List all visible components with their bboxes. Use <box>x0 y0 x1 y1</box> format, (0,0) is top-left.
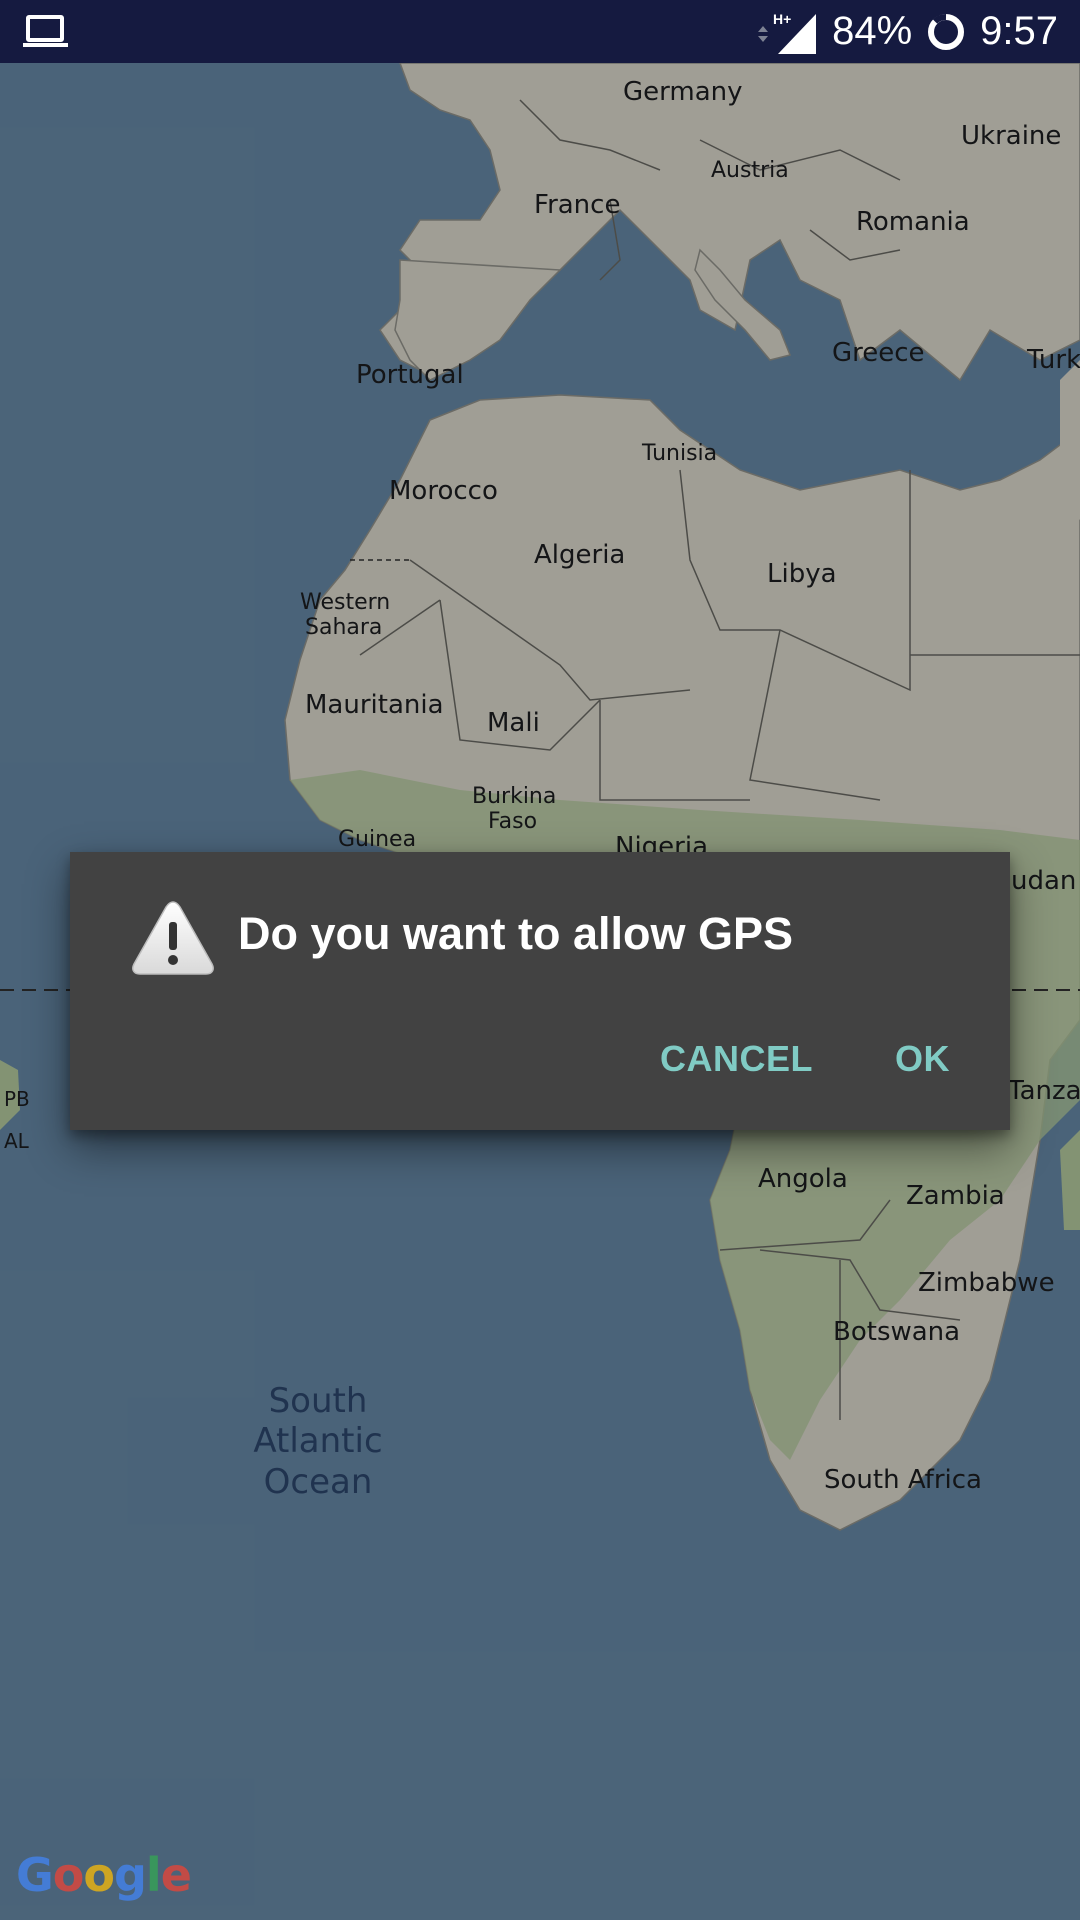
battery-percent: 84% <box>832 9 913 53</box>
signal-icon: H+ <box>758 11 817 54</box>
warning-icon <box>132 901 214 975</box>
status-icons: H+ 84% 9:57 <box>756 0 1058 63</box>
ok-button[interactable]: OK <box>885 1030 960 1088</box>
gps-permission-dialog: Do you want to allow GPS CANCEL OK <box>70 852 1010 1130</box>
cancel-button[interactable]: CANCEL <box>650 1030 823 1088</box>
google-logo: Google <box>16 1848 192 1902</box>
clock: 9:57 <box>980 9 1058 53</box>
battery-ring-icon <box>928 13 965 50</box>
screen: H+ 84% 9:57 Germany Ukraine Austria Fran… <box>0 0 1080 1920</box>
dialog-title: Do you want to allow GPS <box>238 908 794 959</box>
status-bar: H+ 84% 9:57 <box>0 0 1080 63</box>
laptop-icon <box>23 15 68 47</box>
svg-text:H+: H+ <box>773 11 791 27</box>
dialog-actions: CANCEL OK <box>650 1030 960 1088</box>
